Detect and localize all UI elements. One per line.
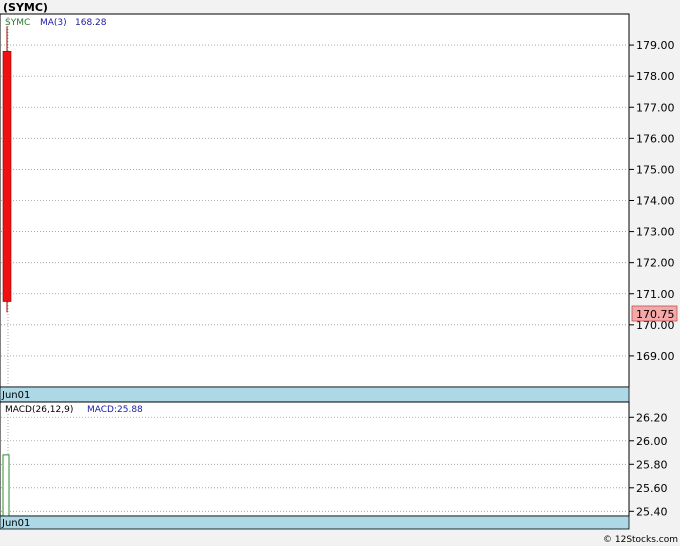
price-candles [2,26,12,313]
price-date-label: Jun01 [1,390,30,401]
y-tick-label: 25.60 [636,482,668,495]
macd-date-band [0,515,630,530]
y-tick-label: 25.80 [636,458,668,471]
macd-legend-params: MACD(26,12,9) [5,405,73,415]
y-tick-label: 171.00 [636,288,675,301]
chart-title: (SYMC) [3,1,48,14]
y-tick-label: 177.00 [636,101,675,114]
y-tick-label: 26.20 [636,411,668,424]
macd-bar [2,454,10,517]
last-price-label: 170.75 [636,308,675,321]
symbol-legend: SYMC [5,18,30,28]
footer-credit: © 12Stocks.com [603,535,678,545]
candle-body [2,50,12,302]
macd-panel: 26.2026.0025.8025.6025.40 MACD(26,12,9) … [0,401,668,530]
y-tick-label: 179.00 [636,39,675,52]
y-tick-label: 25.40 [636,505,668,518]
y-tick-label: 169.00 [636,350,675,363]
y-tick-label: 178.00 [636,70,675,83]
macd-legend-value: MACD:25.88 [87,405,143,415]
price-date-band [0,386,630,403]
y-tick-label: 174.00 [636,195,675,208]
ma-legend-label: MA(3) [40,18,67,28]
price-panel: 179.00 178.00 177.00 176.00 175.00 174.00 173.… [0,13,678,403]
y-tick-label: 172.00 [636,257,675,270]
macd-axis: 26.20 26.00 25.80 25.60 25.40 [629,411,668,518]
macd-bars [2,454,10,517]
y-tick-label: 175.00 [636,163,675,176]
chart-area: (SYMC) 179.00 178.00 177.00 176.00 175.00 174… [0,1,678,545]
macd-plot-area [0,401,630,517]
y-tick-label: 173.00 [636,226,675,239]
ma-legend-value: 168.28 [75,18,107,28]
y-tick-label: 176.00 [636,132,675,145]
macd-date-label: Jun01 [1,518,30,529]
y-tick-label: 26.00 [636,435,668,448]
